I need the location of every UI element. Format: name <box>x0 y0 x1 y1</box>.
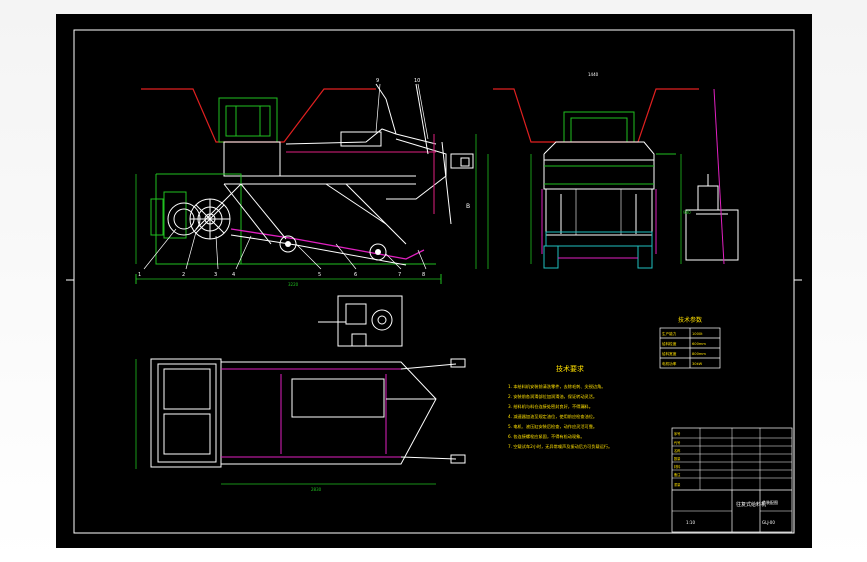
tech-params-table: 技术参数 生产能力 1000t 给料粒度 600mm 给料宽度 800mm 电机… <box>659 316 721 369</box>
part-number-7: 7 <box>398 272 401 278</box>
tech-requirement-line: 5. 电机、液压缸安装后检查，动作应灵活可靠。 <box>508 423 597 430</box>
part-number-1: 1 <box>138 272 141 278</box>
section-detail <box>318 295 403 347</box>
dim-height-right: 980 <box>683 210 691 215</box>
param-value: 600mm <box>692 342 706 346</box>
title-row-label: 备注 <box>674 472 681 477</box>
plan-view <box>135 358 466 485</box>
tech-requirement-line: 7. 空载试车2小时，无异常噪声及振动后方可负载运行。 <box>508 443 612 450</box>
tech-requirement-line: 3. 给料机与料仓连接处密封良好，不得漏料。 <box>508 403 593 410</box>
tech-requirement-line: 1. 本给料机安装前清洗零件，去除毛刺、尖锐边角。 <box>508 383 605 390</box>
tech-requirements: 技术要求 1. 本给料机安装前清洗零件，去除毛刺、尖锐边角。 2. 安装前各润滑… <box>508 364 612 450</box>
title-row-label: 名称 <box>674 448 681 453</box>
title-row-label: 序号 <box>674 431 680 436</box>
title-row-label: 数量 <box>674 456 681 461</box>
front-view <box>135 83 489 284</box>
dim-label-b: B <box>466 203 470 210</box>
viewer-background: 1 2 3 4 5 6 7 8 9 10 3220 B 1440 980 283… <box>0 0 867 562</box>
title-row-label: 重量 <box>674 482 681 487</box>
param-value: 30kW <box>692 362 703 366</box>
part-number-9: 9 <box>376 78 379 84</box>
part-number-2: 2 <box>182 272 185 278</box>
param-name: 电机功率 <box>662 361 677 366</box>
param-name: 给料粒度 <box>662 341 677 346</box>
dim-top-width-right: 1440 <box>588 72 599 77</box>
title-block-scale: 1:10 <box>686 520 695 525</box>
tech-requirements-title: 技术要求 <box>556 364 584 373</box>
tech-params-title: 技术参数 <box>678 316 702 324</box>
dim-plan-length: 2830 <box>311 487 322 492</box>
side-view <box>493 88 739 269</box>
param-value: 1000t <box>692 332 703 336</box>
part-number-6: 6 <box>354 272 357 278</box>
part-number-5: 5 <box>318 272 321 278</box>
title-row-label: 材料 <box>674 464 681 469</box>
param-name: 生产能力 <box>662 331 677 336</box>
title-block-number: GLJ-00 <box>762 520 775 525</box>
part-number-10: 10 <box>414 78 420 84</box>
param-name: 给料宽度 <box>662 351 677 356</box>
dim-bottom-length: 3220 <box>288 282 299 287</box>
part-number-8: 8 <box>422 272 425 278</box>
title-block: 序号 代号 名称 数量 材料 备注 重量 往复式给料机 总装配图 GLJ-00 … <box>671 427 793 533</box>
part-number-3: 3 <box>214 272 217 278</box>
title-block-sub: 总装配图 <box>762 499 778 505</box>
tech-requirement-line: 6. 各连接螺栓应紧固，不得有松动现象。 <box>508 433 585 440</box>
cad-drawing-sheet: 1 2 3 4 5 6 7 8 9 10 3220 B 1440 980 283… <box>56 14 812 548</box>
tech-requirement-line: 2. 安装前各润滑部位加润滑油，保证转动灵活。 <box>508 393 597 400</box>
sheet-border <box>73 29 795 534</box>
tech-requirement-line: 4. 减速器加油至规定油位，使用前应检查油位。 <box>508 413 597 420</box>
title-row-label: 代号 <box>674 440 680 445</box>
part-number-4: 4 <box>232 272 235 278</box>
param-value: 800mm <box>692 352 706 356</box>
